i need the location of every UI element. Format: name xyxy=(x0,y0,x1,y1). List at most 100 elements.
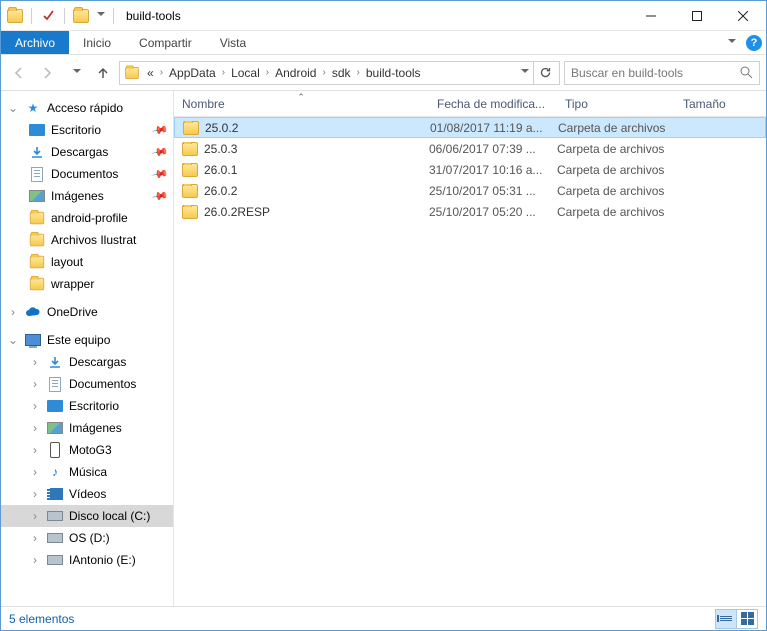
minimize-button[interactable] xyxy=(628,1,674,30)
onedrive-root[interactable]: › OneDrive xyxy=(1,301,173,323)
this-pc-root[interactable]: ⌄ Este equipo xyxy=(1,329,173,351)
label: Archivos Ilustrat xyxy=(51,233,136,247)
navpane-item[interactable]: ›Descargas xyxy=(1,351,173,373)
expand-icon[interactable]: › xyxy=(29,377,41,391)
forward-button[interactable] xyxy=(35,61,59,85)
navpane-item[interactable]: › Vídeos xyxy=(1,483,173,505)
expand-icon[interactable]: › xyxy=(29,487,41,501)
status-bar: 5 elementos xyxy=(1,606,766,630)
navpane-item[interactable]: Archivos Ilustrat xyxy=(1,229,173,251)
breadcrumb-item[interactable]: sdk xyxy=(329,66,354,80)
breadcrumb-item[interactable]: Android xyxy=(272,66,319,80)
column-type[interactable]: Tipo xyxy=(557,97,675,111)
label: Escritorio xyxy=(51,123,101,137)
navpane-item[interactable]: ›♪Música xyxy=(1,461,173,483)
file-date: 25/10/2017 05:20 ... xyxy=(429,205,557,219)
expand-icon[interactable]: › xyxy=(29,531,41,545)
label: IAntonio (E:) xyxy=(69,553,136,567)
navpane-item[interactable]: › IAntonio (E:) xyxy=(1,549,173,571)
expand-icon[interactable]: › xyxy=(7,305,19,319)
search-box[interactable]: Buscar en build-tools xyxy=(564,61,760,85)
file-row[interactable]: 26.0.225/10/2017 05:31 ...Carpeta de arc… xyxy=(174,180,766,201)
quick-access-root[interactable]: ⌄ ★ Acceso rápido xyxy=(1,97,173,119)
label: Vídeos xyxy=(69,487,106,501)
expand-icon[interactable]: › xyxy=(29,553,41,567)
label: Imágenes xyxy=(69,421,122,435)
properties-icon[interactable] xyxy=(40,8,56,24)
back-button[interactable] xyxy=(7,61,31,85)
navpane-item[interactable]: Descargas📌 xyxy=(1,141,173,163)
file-date: 31/07/2017 10:16 a... xyxy=(429,163,557,177)
file-row[interactable]: 26.0.131/07/2017 10:16 a...Carpeta de ar… xyxy=(174,159,766,180)
navpane-item[interactable]: ›Escritorio xyxy=(1,395,173,417)
collapse-icon[interactable]: ⌄ xyxy=(7,333,19,347)
sort-asc-icon: ⌃ xyxy=(297,92,305,103)
file-row[interactable]: 25.0.201/08/2017 11:19 a...Carpeta de ar… xyxy=(174,117,766,138)
title-bar: build-tools xyxy=(1,1,766,31)
refresh-icon xyxy=(539,66,552,79)
chevron-right-icon[interactable]: › xyxy=(263,67,272,78)
breadcrumb-overflow[interactable]: « xyxy=(144,66,157,80)
label: OneDrive xyxy=(47,305,98,319)
tab-compartir[interactable]: Compartir xyxy=(125,31,206,54)
navigation-pane[interactable]: ⌄ ★ Acceso rápido Escritorio 📌Descargas📌D… xyxy=(1,91,174,606)
videos-icon xyxy=(47,486,63,502)
pin-icon: 📌 xyxy=(151,121,170,140)
chevron-right-icon[interactable]: › xyxy=(157,67,166,78)
help-button[interactable]: ? xyxy=(742,31,766,54)
refresh-button[interactable] xyxy=(533,62,557,84)
folder-icon xyxy=(182,163,198,177)
navpane-item[interactable]: Documentos📌 xyxy=(1,163,173,185)
folder-icon xyxy=(183,121,199,135)
navpane-item[interactable]: Imágenes📌 xyxy=(1,185,173,207)
navpane-item[interactable]: ›Disco local (C:) xyxy=(1,505,173,527)
close-button[interactable] xyxy=(720,1,766,30)
collapse-icon[interactable]: ⌄ xyxy=(7,101,19,115)
chevron-right-icon[interactable]: › xyxy=(219,67,228,78)
column-size[interactable]: Tamaño xyxy=(675,97,766,111)
rows-container[interactable]: 25.0.201/08/2017 11:19 a...Carpeta de ar… xyxy=(174,117,766,606)
disk-icon xyxy=(47,508,63,524)
breadcrumb-item[interactable]: AppData xyxy=(166,66,219,80)
navpane-item[interactable]: › MotoG3 xyxy=(1,439,173,461)
file-row[interactable]: 26.0.2RESP25/10/2017 05:20 ...Carpeta de… xyxy=(174,201,766,222)
up-button[interactable] xyxy=(91,61,115,85)
column-date[interactable]: Fecha de modifica... xyxy=(429,97,557,111)
label: MotoG3 xyxy=(69,443,112,457)
tab-archivo[interactable]: Archivo xyxy=(1,31,69,54)
maximize-button[interactable] xyxy=(674,1,720,30)
address-bar[interactable]: « › AppData › Local › Android › sdk › bu… xyxy=(119,61,560,85)
breadcrumb-item[interactable]: build-tools xyxy=(363,66,424,80)
tab-inicio[interactable]: Inicio xyxy=(69,31,125,54)
navpane-item[interactable]: ›Documentos xyxy=(1,373,173,395)
expand-icon[interactable]: › xyxy=(29,443,41,457)
navpane-item[interactable]: layout xyxy=(1,251,173,273)
address-dropdown-icon[interactable] xyxy=(513,69,533,77)
details-view-button[interactable] xyxy=(715,609,737,629)
column-name[interactable]: ⌃ Nombre xyxy=(174,97,429,111)
recent-button[interactable] xyxy=(63,61,87,85)
new-folder-icon[interactable] xyxy=(73,9,89,23)
file-date: 01/08/2017 11:19 a... xyxy=(430,121,558,135)
expand-icon[interactable]: › xyxy=(29,465,41,479)
file-row[interactable]: 25.0.306/06/2017 07:39 ...Carpeta de arc… xyxy=(174,138,766,159)
navpane-item[interactable]: android-profile xyxy=(1,207,173,229)
navpane-item[interactable]: Escritorio 📌 xyxy=(1,119,173,141)
qat-customize-icon[interactable] xyxy=(97,12,105,20)
label: wrapper xyxy=(51,277,94,291)
expand-icon[interactable]: › xyxy=(29,399,41,413)
navpane-item[interactable]: wrapper xyxy=(1,273,173,295)
tab-vista[interactable]: Vista xyxy=(206,31,260,54)
file-type: Carpeta de archivos xyxy=(558,121,676,135)
ribbon-expand-icon[interactable] xyxy=(718,31,742,54)
breadcrumb-item[interactable]: Local xyxy=(228,66,263,80)
chevron-right-icon[interactable]: › xyxy=(319,67,328,78)
navpane-item[interactable]: › Imágenes xyxy=(1,417,173,439)
large-icons-view-button[interactable] xyxy=(736,609,758,629)
expand-icon[interactable]: › xyxy=(29,355,41,369)
separator xyxy=(64,8,65,24)
expand-icon[interactable]: › xyxy=(29,509,41,523)
expand-icon[interactable]: › xyxy=(29,421,41,435)
chevron-right-icon[interactable]: › xyxy=(354,67,363,78)
navpane-item[interactable]: ›OS (D:) xyxy=(1,527,173,549)
